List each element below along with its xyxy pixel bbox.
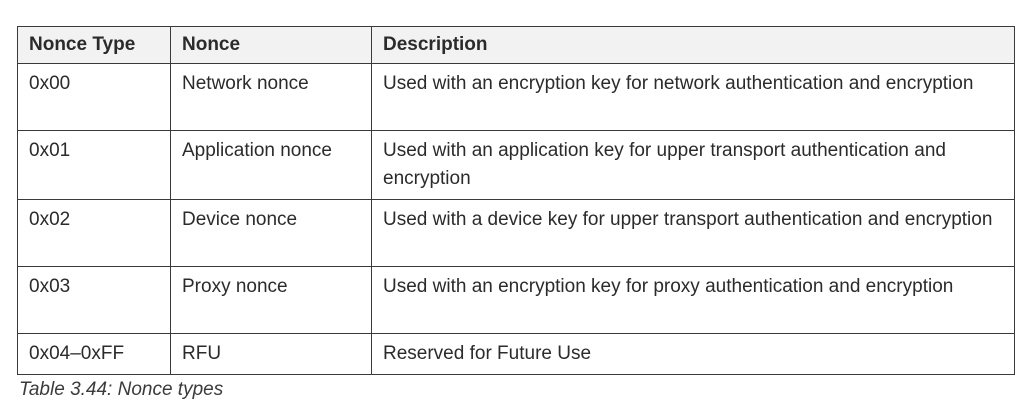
cell-nonce: Proxy nonce bbox=[170, 266, 372, 334]
cell-description: Used with an encryption key for network … bbox=[371, 63, 1015, 131]
cell-nonce-type: 0x03 bbox=[17, 266, 171, 334]
table-row: 0x02 Device nonce Used with a device key… bbox=[17, 199, 1015, 267]
table-header-row: Nonce Type Nonce Description bbox=[17, 26, 1015, 64]
cell-nonce-type: 0x02 bbox=[17, 199, 171, 267]
cell-nonce: Device nonce bbox=[170, 199, 372, 267]
cell-nonce: Network nonce bbox=[170, 63, 372, 131]
nonce-types-table: Nonce Type Nonce Description 0x00 Networ… bbox=[17, 26, 1015, 375]
cell-nonce-type: 0x01 bbox=[17, 130, 171, 200]
table-caption: Table 3.44: Nonce types bbox=[19, 379, 224, 400]
nonce-types-table-container: Nonce Type Nonce Description 0x00 Networ… bbox=[17, 26, 1015, 375]
cell-nonce: Application nonce bbox=[170, 130, 372, 200]
cell-description: Used with an application key for upper t… bbox=[371, 130, 1015, 200]
cell-nonce: RFU bbox=[170, 333, 372, 375]
cell-nonce-type: 0x04–0xFF bbox=[17, 333, 171, 375]
cell-nonce-type: 0x00 bbox=[17, 63, 171, 131]
table-row: 0x03 Proxy nonce Used with an encryption… bbox=[17, 266, 1015, 334]
table-row: 0x00 Network nonce Used with an encrypti… bbox=[17, 63, 1015, 131]
header-nonce: Nonce bbox=[170, 26, 372, 64]
table-row: 0x04–0xFF RFU Reserved for Future Use bbox=[17, 333, 1015, 375]
header-nonce-type: Nonce Type bbox=[17, 26, 171, 64]
cell-description: Used with an encryption key for proxy au… bbox=[371, 266, 1015, 334]
table-row: 0x01 Application nonce Used with an appl… bbox=[17, 130, 1015, 200]
header-description: Description bbox=[371, 26, 1015, 64]
cell-description: Used with a device key for upper transpo… bbox=[371, 199, 1015, 267]
cell-description: Reserved for Future Use bbox=[371, 333, 1015, 375]
